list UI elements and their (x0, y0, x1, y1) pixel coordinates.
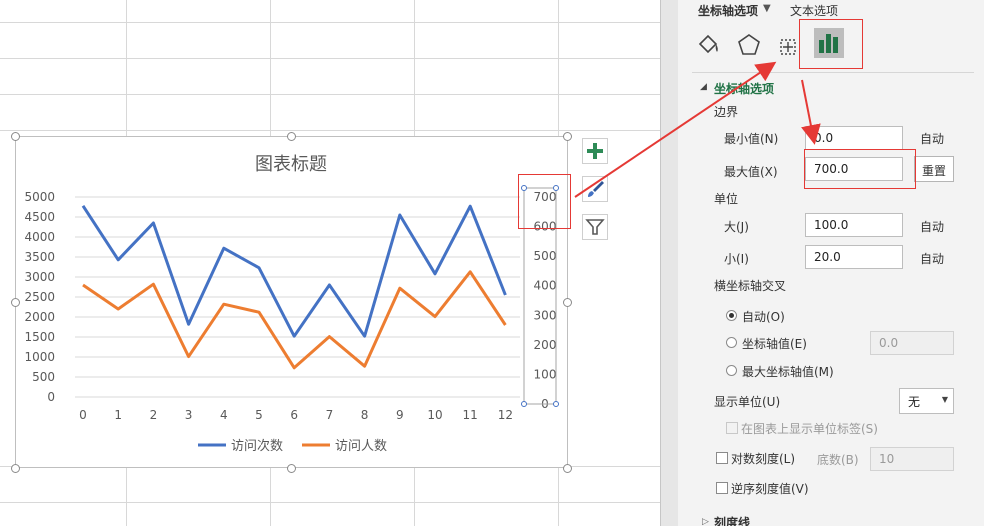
chart-styles-button[interactable] (582, 176, 608, 202)
y-tick-label: 3500 (24, 250, 55, 264)
cross-max-radio[interactable] (726, 365, 737, 376)
display-units-label: 显示单位(U) (714, 395, 781, 409)
cross-value-label[interactable]: 坐标轴值(E) (742, 335, 807, 352)
annotation-box-max (804, 149, 916, 189)
y2-tick-label: 200 (534, 338, 557, 352)
annotation-box-icon (799, 19, 863, 69)
x-tick-label: 1 (114, 408, 122, 422)
major-auto-label: 自动 (920, 220, 945, 234)
y2-tick-label: 400 (534, 279, 557, 293)
show-units-label-checkbox[interactable] (726, 422, 738, 434)
fill-line-icon[interactable] (696, 32, 722, 58)
min-input[interactable]: 0.0 (805, 126, 903, 150)
resize-handle[interactable] (287, 464, 296, 473)
y-tick-label: 2000 (24, 310, 55, 324)
x-tick-label: 0 (79, 408, 87, 422)
x-tick-label: 6 (290, 408, 298, 422)
resize-handle[interactable] (11, 464, 20, 473)
units-heading: 单位 (714, 192, 739, 206)
log-scale-label[interactable]: 对数刻度(L) (731, 450, 795, 467)
x-tick-label: 11 (463, 408, 478, 422)
cross-value-radio[interactable] (726, 337, 737, 348)
chart-area[interactable]: 图表标题 5000 4500 4000 3500 3000 2500 2000 1500 100… (15, 136, 568, 468)
spreadsheet-grid[interactable]: 图表标题 5000 4500 4000 3500 3000 2500 2000 1500 100… (0, 0, 660, 526)
effects-icon[interactable] (736, 32, 762, 58)
y-tick-label: 4500 (24, 210, 55, 224)
log-scale-checkbox[interactable] (716, 452, 728, 464)
x-tick-label: 5 (255, 408, 263, 422)
brush-icon (588, 181, 604, 197)
section-axis-options[interactable]: 坐标轴选项 (714, 80, 774, 97)
y-tick-label: 500 (32, 370, 55, 384)
section-tick-marks[interactable]: 刻度线 (714, 514, 750, 526)
y-tick-label: 5000 (24, 190, 55, 204)
minor-auto-label: 自动 (920, 252, 945, 266)
legend-label-series1[interactable]: 访问次数 (231, 438, 283, 454)
series-line-2[interactable] (82, 270, 507, 370)
filter-icon (585, 219, 605, 235)
x-tick-label: 4 (220, 408, 228, 422)
x-tick-label: 12 (498, 408, 513, 422)
max-label: 最大值(X) (724, 165, 778, 179)
y2-tick-label: 100 (534, 367, 557, 381)
min-auto-label: 自动 (920, 132, 945, 146)
x-tick-label: 3 (185, 408, 193, 422)
x-tick-label: 7 (326, 408, 334, 422)
format-axis-panel: 坐标轴选项 ▼ 文本选项 ◢ 坐标轴选项 边界 最小值(N) 0.0 自动 最大… (678, 0, 984, 526)
tab-axis-options[interactable]: 坐标轴选项 (698, 2, 758, 19)
minor-unit-label: 小(I) (724, 252, 749, 266)
chart-title[interactable]: 图表标题 (255, 154, 327, 175)
line-chart: 图表标题 50004500400035003000250020001500100… (24, 154, 559, 454)
chart-elements-button[interactable] (582, 138, 608, 164)
major-unit-input[interactable]: 100.0 (805, 213, 903, 237)
resize-handle[interactable] (11, 298, 20, 307)
chart-filters-button[interactable] (582, 214, 608, 240)
y-tick-label: 1500 (24, 330, 55, 344)
cross-auto-label[interactable]: 自动(O) (742, 308, 785, 325)
y-tick-label: 2500 (24, 290, 55, 304)
resize-handle[interactable] (563, 464, 572, 473)
bounds-heading: 边界 (714, 105, 739, 119)
y2-tick-label: 300 (534, 308, 557, 322)
log-base-label: 底数(B) (817, 453, 859, 467)
x-tick-label: 2 (150, 408, 158, 422)
chevron-down-icon: ▼ (941, 395, 948, 404)
legend-label-series2[interactable]: 访问人数 (335, 439, 387, 454)
cross-value-input[interactable]: 0.0 (870, 331, 954, 355)
cross-auto-radio[interactable] (726, 310, 737, 321)
reverse-order-checkbox[interactable] (716, 482, 728, 494)
y-tick-label: 0 (47, 390, 55, 404)
y-tick-label: 4000 (24, 230, 55, 244)
x-tick-label: 9 (396, 408, 404, 422)
x-tick-label: 8 (361, 408, 369, 422)
resize-handle[interactable] (11, 132, 20, 141)
min-label: 最小值(N) (724, 132, 779, 146)
display-units-select[interactable]: 无 ▼ (899, 388, 954, 414)
resize-handle[interactable] (287, 132, 296, 141)
collapse-triangle-icon[interactable]: ◢ (700, 82, 707, 92)
y-tick-label: 3000 (24, 270, 55, 284)
annotation-box-axis (518, 174, 571, 229)
y2-tick-label: 500 (534, 249, 557, 263)
show-units-label-text[interactable]: 在图表上显示单位标签(S) (741, 420, 878, 437)
tab-text-options[interactable]: 文本选项 (790, 2, 838, 19)
horizontal-axis-crosses-heading: 横坐标轴交叉 (714, 279, 787, 293)
chevron-down-icon[interactable]: ▼ (763, 3, 771, 14)
resize-handle[interactable] (563, 132, 572, 141)
resize-handle[interactable] (563, 298, 572, 307)
log-base-input[interactable]: 10 (870, 447, 954, 471)
x-tick-label: 10 (427, 408, 442, 422)
display-units-value: 无 (908, 395, 921, 409)
panel-separator (692, 72, 974, 73)
y-tick-label: 1000 (24, 350, 55, 364)
expand-triangle-icon[interactable]: ▷ (702, 517, 709, 526)
reset-button[interactable]: 重置 (914, 156, 954, 182)
plus-icon (587, 143, 603, 159)
size-properties-icon[interactable] (778, 32, 798, 58)
reverse-order-label[interactable]: 逆序刻度值(V) (731, 480, 809, 497)
major-unit-label: 大(J) (724, 220, 749, 234)
cross-max-label[interactable]: 最大坐标轴值(M) (742, 363, 834, 380)
minor-unit-input[interactable]: 20.0 (805, 245, 903, 269)
pane-splitter[interactable] (660, 0, 679, 526)
